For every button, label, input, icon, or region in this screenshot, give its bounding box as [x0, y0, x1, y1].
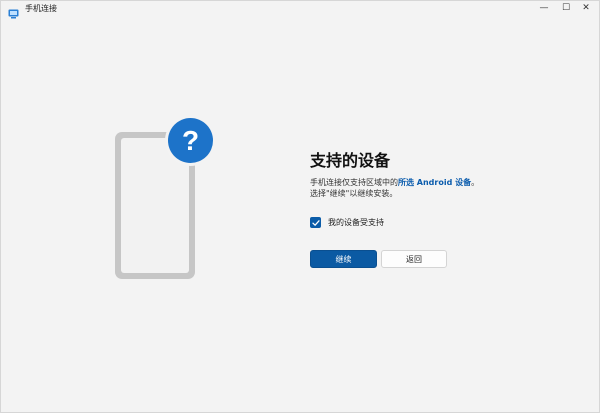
minimize-icon: — [539, 3, 549, 13]
maximize-icon: ☐ [561, 3, 571, 13]
close-icon: ✕ [582, 3, 590, 13]
window-title: 手机连接 [25, 4, 57, 13]
description-line-2: 选择"继续"以继续安装。 [310, 189, 398, 198]
checkbox-label: 我的设备受支持 [328, 218, 384, 227]
back-button[interactable]: 返回 [381, 250, 447, 268]
supported-devices-link[interactable]: 所选 Android 设备 [398, 178, 471, 187]
checkmark-icon [311, 219, 320, 226]
device-supported-checkbox-row[interactable]: 我的设备受支持 [310, 217, 384, 228]
description-prefix: 手机连接仅支持区域中的 [310, 178, 398, 187]
maximize-button[interactable]: ☐ [555, 1, 577, 15]
minimize-button[interactable]: — [533, 1, 555, 15]
phone-link-app-icon [8, 4, 19, 19]
close-button[interactable]: ✕ [575, 1, 597, 15]
page-title: 支持的设备 [310, 151, 391, 170]
device-supported-checkbox[interactable] [310, 217, 321, 228]
app-window: 手机连接 — ☐ ✕ ? 支持的设备 手机连接仅支持区域中的所选 Android… [0, 0, 600, 413]
description-suffix: 。 [471, 178, 480, 187]
question-mark-icon: ? [168, 118, 213, 163]
question-mark-glyph: ? [182, 125, 199, 156]
continue-button[interactable]: 继续 [310, 250, 377, 268]
description: 手机连接仅支持区域中的所选 Android 设备。 选择"继续"以继续安装。 [310, 177, 570, 199]
title-bar[interactable]: 手机连接 — ☐ ✕ [1, 1, 599, 19]
